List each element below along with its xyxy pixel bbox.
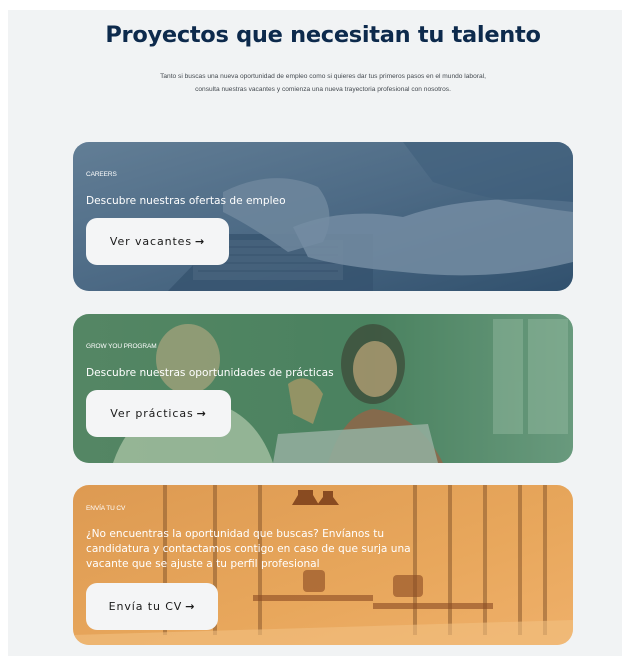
arrow-right-icon: →	[196, 407, 207, 420]
typing-laptop-photo	[73, 142, 573, 291]
card-eyebrow: GROW YOU PROGRAM	[86, 343, 157, 350]
students-laptop-photo	[73, 314, 573, 463]
careers-card: CAREERS Descubre nuestras ofertas de emp…	[73, 142, 573, 291]
arrow-right-icon: →	[185, 600, 196, 613]
send-cv-card: ENVÍA TU CV ¿No encuentras la oportunida…	[73, 485, 573, 645]
button-label: Ver vacantes	[109, 235, 192, 248]
section-subtitle: Tanto si buscas una nueva oportunidad de…	[160, 73, 486, 94]
card-heading: Descubre nuestras ofertas de empleo	[86, 195, 286, 207]
card-eyebrow: ENVÍA TU CV	[86, 505, 126, 512]
button-label: Ver prácticas	[110, 407, 194, 420]
card-heading: Descubre nuestras oportunidades de práct…	[86, 367, 334, 379]
arrow-right-icon: →	[194, 235, 206, 248]
section-title: Proyectos que necesitan tu talento	[105, 22, 541, 48]
careers-section: Proyectos que necesitan tu talento Tanto…	[8, 10, 622, 656]
card-eyebrow: CAREERS	[86, 171, 117, 178]
button-label: Envía tu CV	[108, 600, 183, 613]
ver-vacantes-button[interactable]: Ver vacantes →	[86, 218, 229, 265]
internship-card: GROW YOU PROGRAM Descubre nuestras oport…	[73, 314, 573, 463]
card-heading: ¿No encuentras la oportunidad que buscas…	[86, 528, 411, 570]
ver-practicas-button[interactable]: Ver prácticas →	[86, 390, 231, 437]
envia-tu-cv-button[interactable]: Envía tu CV →	[86, 583, 218, 630]
